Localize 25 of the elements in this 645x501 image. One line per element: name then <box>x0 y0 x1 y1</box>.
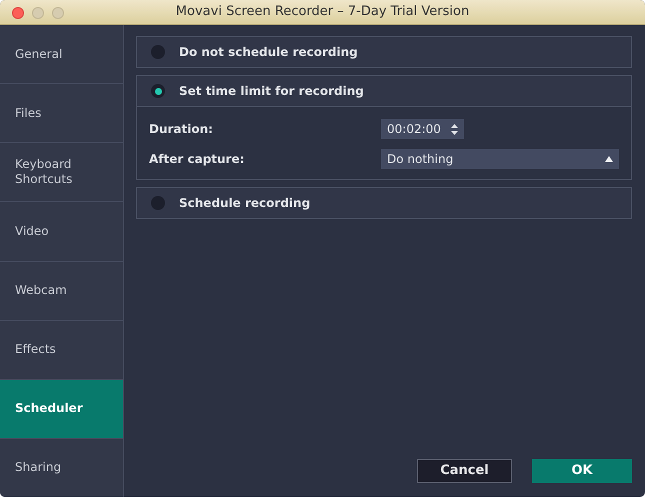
option-label: Do not schedule recording <box>179 44 358 61</box>
time-spinner[interactable]: 00:02:00 <box>381 119 464 139</box>
close-button[interactable] <box>12 7 24 19</box>
sidebar-item[interactable]: Files <box>0 84 123 144</box>
radio-button[interactable] <box>151 45 165 59</box>
cancel-button[interactable]: Cancel <box>417 459 512 483</box>
minimize-button[interactable] <box>32 7 44 19</box>
sidebar-item[interactable]: Webcam <box>0 262 123 321</box>
dropdown[interactable]: Do nothing <box>381 149 619 169</box>
stepper-arrows-icon[interactable] <box>450 124 458 134</box>
field-label: After capture: <box>149 151 246 168</box>
caret-icon <box>605 156 613 162</box>
field-label: Duration: <box>149 121 214 138</box>
sidebar-item[interactable]: Scheduler <box>0 380 123 439</box>
option-label: Set time limit for recording <box>179 83 364 100</box>
window-title: Movavi Screen Recorder – 7-Day Trial Version <box>176 3 470 22</box>
option-label: Schedule recording <box>179 195 310 212</box>
sidebar-item[interactable]: General <box>0 25 123 84</box>
zoom-button[interactable] <box>52 7 64 19</box>
sidebar-item[interactable]: Keyboard Shortcuts <box>0 143 123 202</box>
ok-button[interactable]: OK <box>532 459 632 483</box>
radio-button[interactable] <box>151 196 165 210</box>
sidebar-item[interactable]: Sharing <box>0 438 123 497</box>
radio-button[interactable] <box>151 84 165 98</box>
sidebar-item[interactable]: Video <box>0 202 123 262</box>
